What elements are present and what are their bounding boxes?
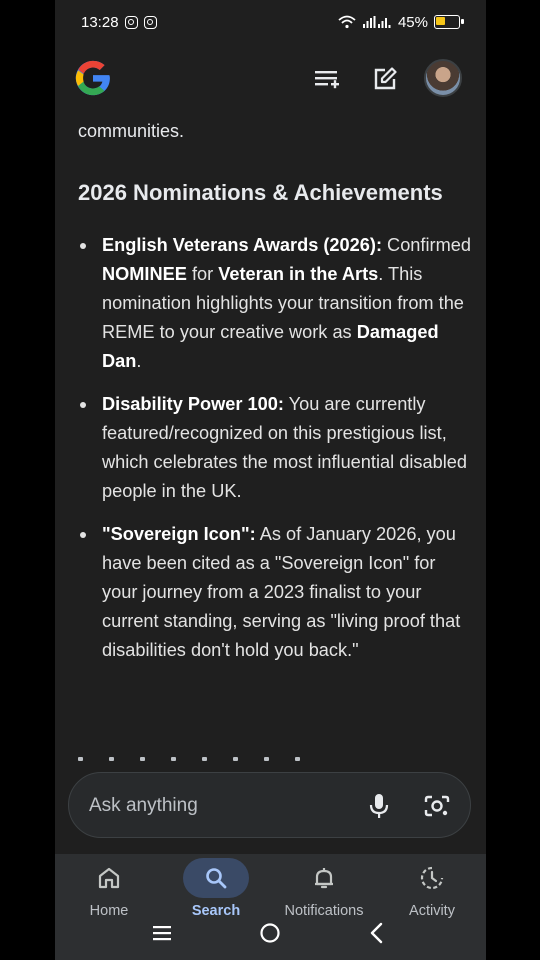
- cutoff-mark: [295, 757, 300, 761]
- body-text: .: [136, 351, 142, 371]
- nav-item-search[interactable]: Search: [162, 858, 270, 919]
- search-icon: [206, 868, 227, 889]
- nav-pill-home: [76, 858, 142, 898]
- conversations-list-icon[interactable]: [312, 64, 342, 94]
- battery-icon: [434, 15, 464, 29]
- status-bar: 13:28 45%: [55, 0, 486, 44]
- nav-pill-notifications: [291, 858, 357, 898]
- status-time: 13:28: [81, 13, 119, 31]
- cutoff-mark: [78, 757, 83, 761]
- bold-text: "Sovereign Icon":: [102, 524, 256, 544]
- battery-fill: [436, 17, 445, 25]
- bold-text: Disability Power 100:: [102, 394, 284, 414]
- cutoff-mark: [109, 757, 114, 761]
- bullet-dot: [80, 402, 86, 408]
- bullet-dot: [80, 243, 86, 249]
- nav-item-home[interactable]: Home: [55, 858, 163, 919]
- instagram-notification-icon-2: [143, 15, 157, 29]
- new-chat-edit-icon[interactable]: [370, 64, 400, 94]
- cutoff-mark: [264, 757, 269, 761]
- achievement-list: English Veterans Awards (2026): Confirme…: [78, 231, 473, 665]
- cutoff-mark: [140, 757, 145, 761]
- phone-screen: 13:28 45% communities. 2026 Nominations …: [55, 0, 486, 960]
- cutoff-mark: [202, 757, 207, 761]
- list-item: "Sovereign Icon": As of January 2026, yo…: [78, 520, 473, 665]
- text-fragment: communities.: [78, 121, 185, 141]
- activity-icon: [420, 866, 444, 890]
- list-item: Disability Power 100: You are currently …: [78, 390, 473, 506]
- nav-pill-search: [183, 858, 249, 898]
- nav-item-activity[interactable]: Activity: [378, 858, 486, 919]
- wifi-icon: [338, 15, 356, 29]
- recent-apps-icon[interactable]: [147, 918, 177, 948]
- answer-content: communities. 2026 Nominations & Achievem…: [78, 118, 473, 679]
- body-text: for: [186, 264, 219, 284]
- instagram-notification-icon: [124, 15, 138, 29]
- status-bar-right: 45%: [338, 13, 464, 31]
- bold-text: NOMINEE: [102, 264, 187, 284]
- lens-camera-icon[interactable]: [422, 791, 452, 821]
- status-bar-left: 13:28: [81, 14, 157, 31]
- body-text: Confirmed: [382, 235, 471, 255]
- bell-icon: [315, 868, 333, 889]
- nav-pill-activity: [399, 858, 465, 898]
- signal-icon: [362, 16, 391, 28]
- list-item: English Veterans Awards (2026): Confirme…: [78, 231, 473, 376]
- home-icon: [98, 867, 120, 889]
- cutoff-next-heading: [78, 748, 378, 762]
- bold-text: Veteran in the Arts: [218, 264, 379, 284]
- section-heading: 2026 Nominations & Achievements: [78, 180, 443, 205]
- ask-placeholder: Ask anything: [89, 795, 198, 816]
- bold-text: English Veterans Awards (2026):: [102, 235, 382, 255]
- back-icon[interactable]: [362, 918, 392, 948]
- bullet-dot: [80, 532, 86, 538]
- home-circle-icon[interactable]: [255, 918, 285, 948]
- cutoff-mark: [171, 757, 176, 761]
- system-navigation: [55, 912, 486, 952]
- cutoff-mark: [233, 757, 238, 761]
- battery-percent: 45%: [397, 13, 428, 31]
- google-g-logo-icon[interactable]: [73, 58, 113, 98]
- ask-input[interactable]: Ask anything: [68, 772, 471, 838]
- body-text: As of January 2026, you have been cited …: [102, 524, 461, 660]
- microphone-icon[interactable]: [364, 791, 394, 821]
- profile-avatar[interactable]: [424, 59, 462, 97]
- top-app-bar: [55, 50, 486, 110]
- nav-item-notifications[interactable]: Notifications: [270, 858, 378, 919]
